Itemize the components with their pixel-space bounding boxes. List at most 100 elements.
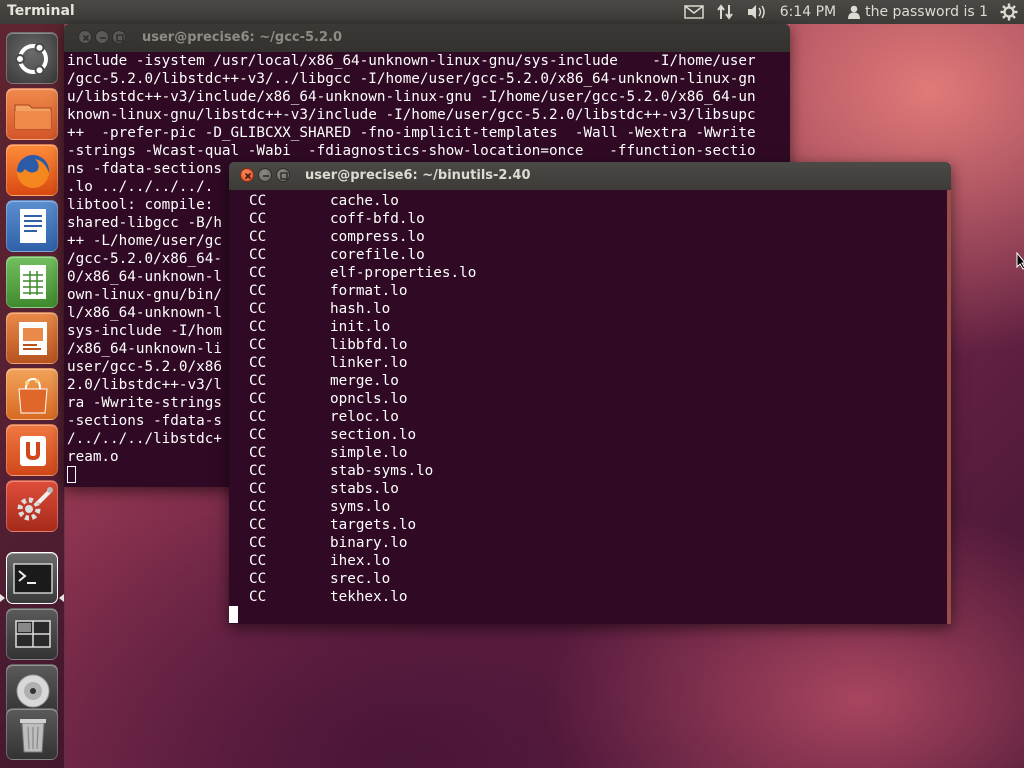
minimize-button[interactable]: [95, 30, 109, 44]
clock[interactable]: 6:14 PM: [774, 0, 842, 24]
object-filename: simple.lo: [330, 445, 408, 461]
object-filename: tekhex.lo: [330, 589, 408, 605]
compile-tag: CC: [249, 391, 267, 407]
terminal-line: /gcc-5.2.0/libstdc++-v3/../libgcc -I/hom…: [67, 71, 756, 87]
compile-tag: CC: [249, 247, 267, 263]
network-icon[interactable]: [710, 0, 740, 24]
object-filename: srec.lo: [330, 571, 391, 587]
session-gear-icon[interactable]: [994, 0, 1024, 24]
mail-icon[interactable]: [678, 0, 710, 24]
launcher-impress[interactable]: [6, 312, 58, 364]
object-filename: syms.lo: [330, 499, 391, 515]
active-app-title: Terminal: [7, 3, 75, 19]
maximize-button[interactable]: [276, 168, 290, 182]
folder-icon: [14, 104, 52, 130]
top-panel: Terminal 6:14 PM the password is 1: [0, 0, 1024, 24]
terminal-window-binutils[interactable]: user@precise6: ~/binutils-2.40 CC cache.l…: [229, 162, 951, 624]
compile-tag: CC: [249, 463, 267, 479]
launcher-terminal[interactable]: [6, 552, 58, 604]
user-menu[interactable]: the password is 1: [842, 0, 994, 24]
firefox-icon: [16, 155, 49, 189]
terminal-line: u/libstdc++-v3/include/x86_64-unknown-li…: [67, 89, 756, 105]
window-edge-highlight: [947, 190, 951, 624]
calc-icon: [20, 265, 46, 299]
launcher-system-settings[interactable]: [6, 480, 58, 532]
compile-tag: CC: [249, 265, 267, 281]
compile-tag: CC: [249, 499, 267, 515]
build-log-line: CC binary.lo: [229, 534, 951, 552]
launcher-writer[interactable]: [6, 200, 58, 252]
build-log-line: CC syms.lo: [229, 498, 951, 516]
compile-tag: CC: [249, 337, 267, 353]
build-log-line: CC init.lo: [229, 318, 951, 336]
writer-icon: [20, 209, 46, 243]
build-log-line: CC hash.lo: [229, 300, 951, 318]
terminal-icon: [13, 563, 53, 594]
shopping-bag-icon: [18, 377, 48, 414]
prompt-line: [229, 606, 951, 624]
object-filename: reloc.lo: [330, 409, 399, 425]
build-log-line: CC coff-bfd.lo: [229, 210, 951, 228]
maximize-icon: [280, 172, 288, 180]
object-filename: ihex.lo: [330, 553, 391, 569]
terminal-line: ++ -prefer-pic -D_GLIBCXX_SHARED -fno-im…: [67, 125, 756, 141]
launcher-firefox[interactable]: [6, 144, 58, 196]
launcher-calc[interactable]: [6, 256, 58, 308]
launcher-running-indicator: [0, 594, 5, 602]
build-log-line: CC reloc.lo: [229, 408, 951, 426]
compile-tag: CC: [249, 553, 267, 569]
build-log-line: CC elf-properties.lo: [229, 264, 951, 282]
build-log-line: CC simple.lo: [229, 444, 951, 462]
object-filename: opncls.lo: [330, 391, 408, 407]
titlebar[interactable]: user@precise6: ~/binutils-2.40: [229, 162, 951, 190]
maximize-icon: [116, 34, 124, 42]
text-cursor: [229, 606, 238, 623]
object-filename: stab-syms.lo: [330, 463, 434, 479]
titlebar[interactable]: user@precise6: ~/gcc-5.2.0: [64, 24, 790, 52]
mouse-pointer-icon: [1016, 252, 1024, 270]
launcher-software-center[interactable]: [6, 368, 58, 420]
launcher-workspace-switcher[interactable]: [6, 608, 58, 660]
ubuntu-logo-icon: [15, 42, 48, 76]
user-icon: [848, 5, 861, 19]
object-filename: hash.lo: [330, 301, 391, 317]
compile-tag: CC: [249, 355, 267, 371]
build-log-line: CC tekhex.lo: [229, 588, 951, 606]
compile-tag: CC: [249, 481, 267, 497]
close-icon: [82, 34, 90, 42]
launcher-dash-home[interactable]: [6, 32, 58, 84]
ubuntu-one-icon: [20, 436, 46, 466]
minimize-button[interactable]: [258, 168, 272, 182]
object-filename: compress.lo: [330, 229, 425, 245]
launcher-ubuntu-one[interactable]: [6, 424, 58, 476]
compile-tag: CC: [249, 283, 267, 299]
object-filename: targets.lo: [330, 517, 417, 533]
compile-tag: CC: [249, 571, 267, 587]
object-filename: cache.lo: [330, 193, 399, 209]
window-title: user@precise6: ~/gcc-5.2.0: [142, 30, 343, 45]
launcher-files[interactable]: [6, 88, 58, 140]
compile-tag: CC: [249, 409, 267, 425]
compile-tag: CC: [249, 373, 267, 389]
build-log-line: CC srec.lo: [229, 570, 951, 588]
compile-tag: CC: [249, 445, 267, 461]
terminal-output[interactable]: CC cache.lo CC coff-bfd.lo CC compress.lo CC co…: [229, 190, 951, 624]
compile-tag: CC: [249, 589, 267, 605]
workspaces-icon: [15, 620, 51, 648]
build-log-line: CC section.lo: [229, 426, 951, 444]
volume-icon[interactable]: [740, 0, 774, 24]
close-button[interactable]: [240, 168, 254, 182]
build-log-line: CC ihex.lo: [229, 552, 951, 570]
object-filename: stabs.lo: [330, 481, 399, 497]
terminal-line: include -isystem /usr/local/x86_64-unkno…: [67, 53, 756, 69]
settings-icon: [17, 487, 53, 521]
text-cursor: [67, 466, 76, 483]
impress-icon: [19, 322, 47, 355]
maximize-button[interactable]: [112, 30, 126, 44]
launcher-trash[interactable]: [6, 708, 58, 760]
close-button[interactable]: [78, 30, 92, 44]
object-filename: merge.lo: [330, 373, 399, 389]
build-log-line: CC compress.lo: [229, 228, 951, 246]
compile-tag: CC: [249, 535, 267, 551]
object-filename: section.lo: [330, 427, 417, 443]
